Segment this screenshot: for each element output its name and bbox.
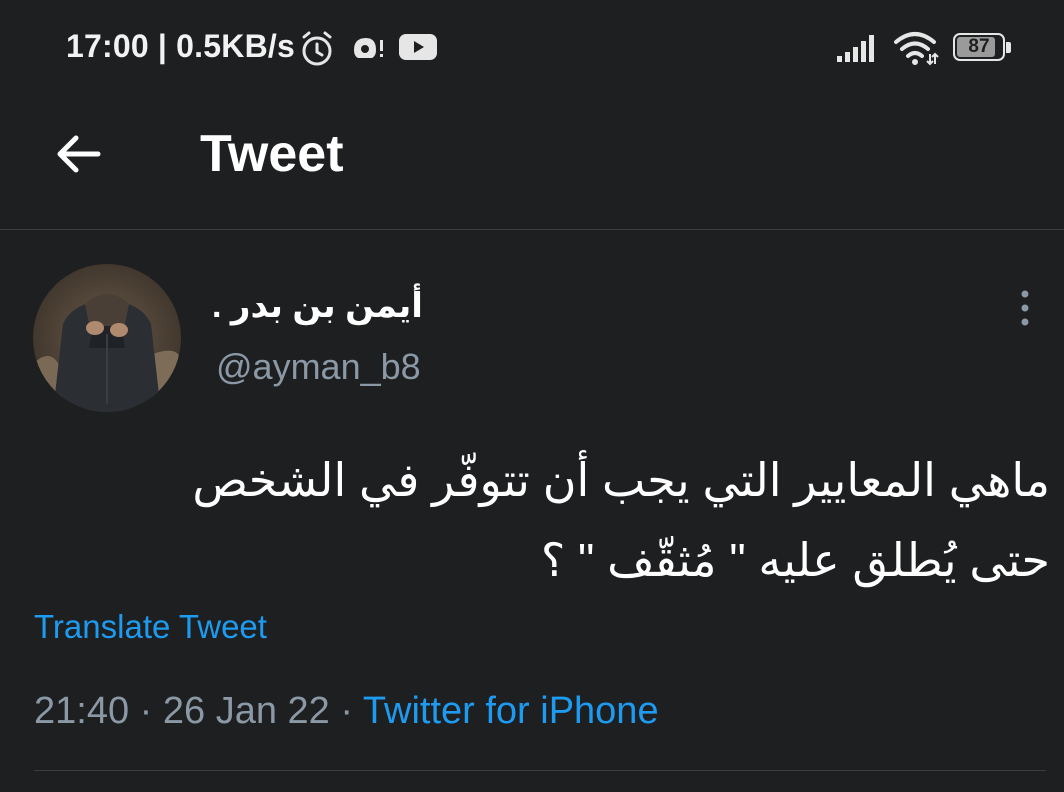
battery-icon: 87 bbox=[953, 33, 1013, 63]
signal-icon bbox=[837, 35, 874, 62]
tweet-text: ماهي المعايير التي يجب أن تتوفّر في الشخ… bbox=[40, 440, 1050, 600]
tweet-time: 21:40 bbox=[34, 690, 130, 732]
alarm-icon bbox=[302, 31, 332, 66]
meta-separator: · bbox=[340, 690, 354, 732]
tweet-date: 26 Jan 22 bbox=[162, 690, 330, 732]
status-bar: 17:00 | 0.5KB/s 87 bbox=[0, 0, 1064, 96]
more-vertical-icon[interactable] bbox=[1010, 286, 1040, 330]
translate-tweet-link[interactable]: Translate Tweet bbox=[34, 608, 267, 646]
arrow-left-icon[interactable] bbox=[50, 126, 106, 182]
meta-separator: · bbox=[139, 690, 153, 732]
tweet-meta: 21:40 · 26 Jan 22 · Twitter for iPhone bbox=[34, 690, 659, 733]
display-name[interactable]: أيمن بن بدر . bbox=[212, 286, 423, 326]
tweet-text-line: حتى يُطلق عليه " مُثقّف " ؟ bbox=[540, 534, 1050, 586]
status-time-speed: 17:00 | 0.5KB/s bbox=[66, 28, 295, 64]
wifi-icon bbox=[894, 32, 939, 66]
user-handle[interactable]: @ayman_b8 bbox=[216, 346, 421, 388]
mute-icon bbox=[354, 38, 383, 58]
avatar[interactable] bbox=[33, 264, 181, 412]
page-title: Tweet bbox=[200, 125, 344, 183]
youtube-icon bbox=[399, 34, 437, 60]
divider bbox=[34, 770, 1046, 771]
header: Tweet bbox=[0, 96, 1064, 230]
battery-level: 87 bbox=[968, 36, 990, 57]
tweet-text-line: ماهي المعايير التي يجب أن تتوفّر في الشخ… bbox=[192, 454, 1050, 506]
tweet-source-link[interactable]: Twitter for iPhone bbox=[363, 690, 659, 732]
avatar-image bbox=[33, 264, 181, 412]
